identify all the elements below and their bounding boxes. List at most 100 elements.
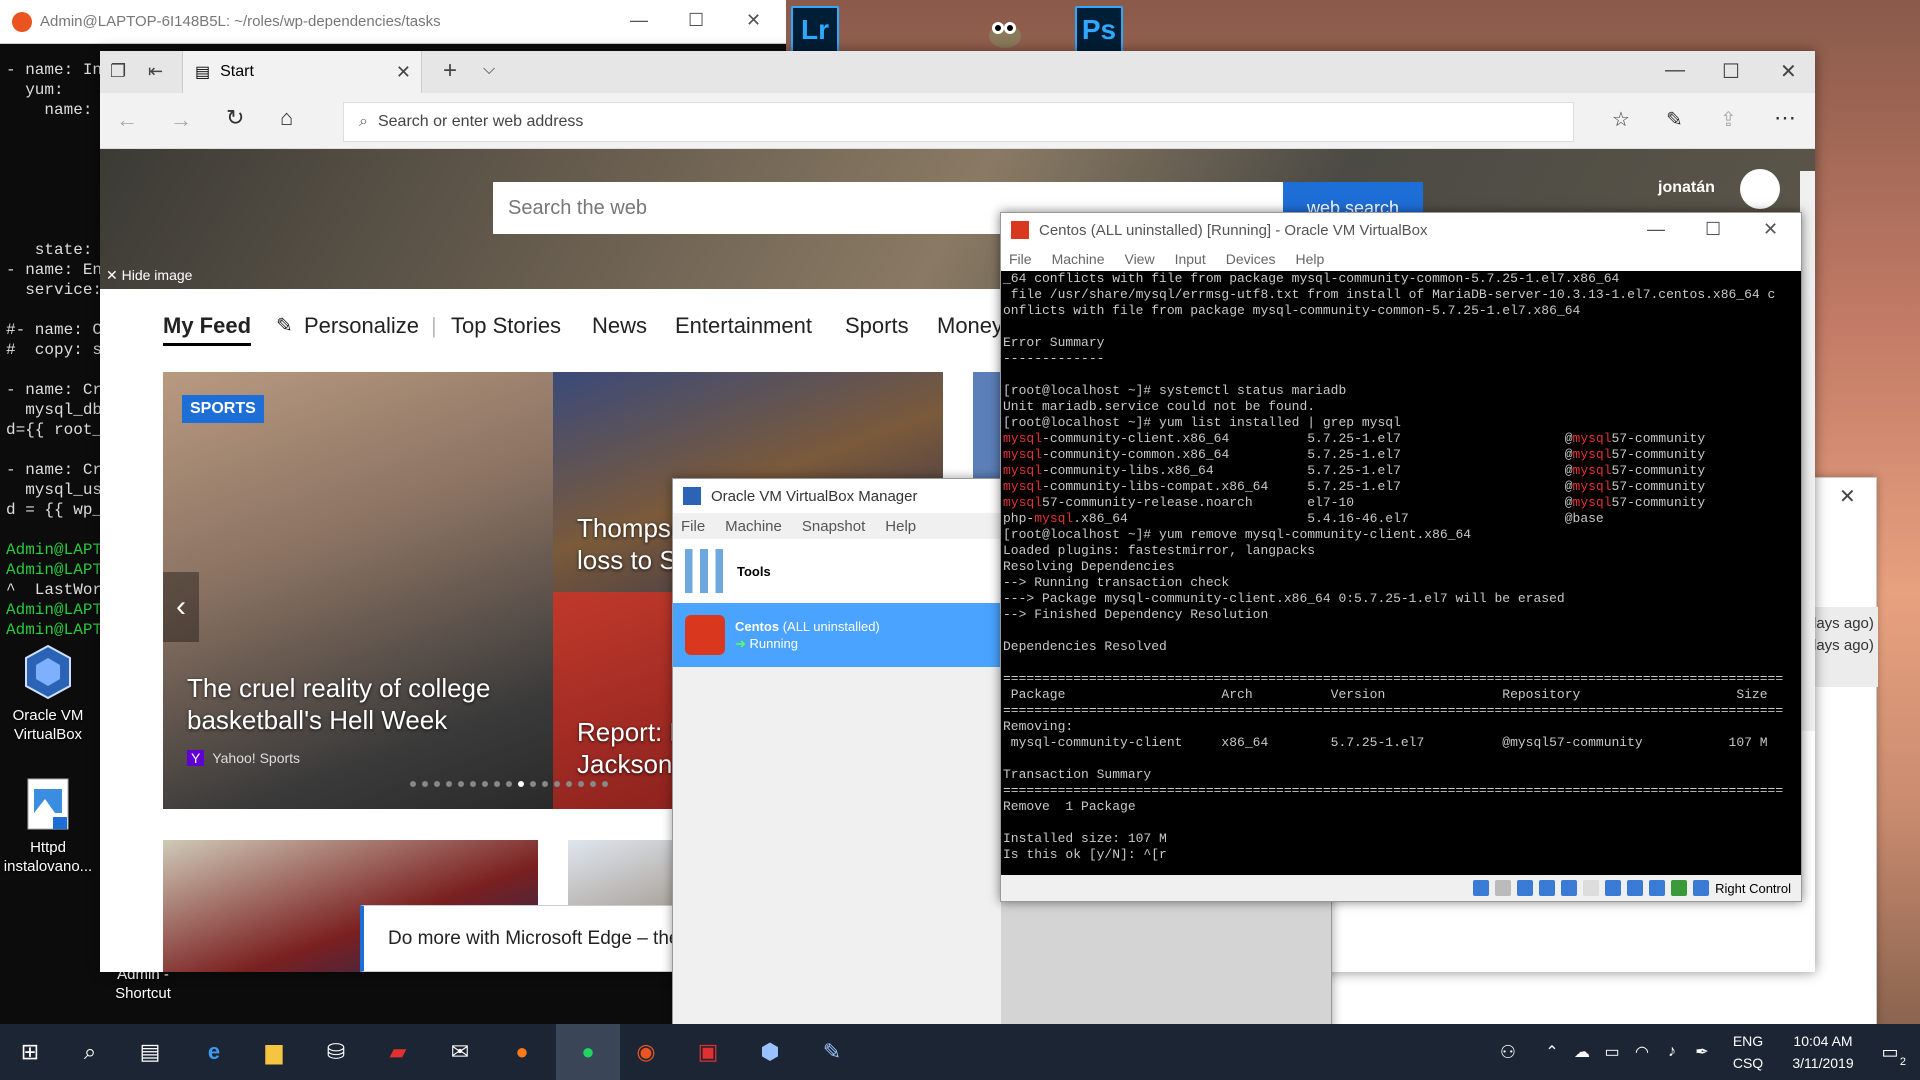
terminal-titlebar[interactable]: Admin@LAPTOP-6I148B5L: ~/roles/wp-depend… xyxy=(0,0,786,44)
user-name[interactable]: jonatán xyxy=(1658,179,1715,197)
firefox-icon[interactable]: ● xyxy=(504,1034,540,1070)
menu-file[interactable]: File xyxy=(681,518,705,535)
cpu-icon[interactable] xyxy=(1649,880,1666,896)
virtualbox-taskbar-icon[interactable]: ⬢ xyxy=(752,1034,788,1070)
vm-name: Centos xyxy=(735,618,780,634)
notes-icon[interactable]: ✎ xyxy=(1666,107,1683,132)
favorites-icon[interactable]: ☆ xyxy=(1612,107,1630,132)
notifications-icon[interactable]: ▭ 2 xyxy=(1872,1034,1908,1070)
network-icon[interactable] xyxy=(1539,880,1556,896)
tab-news[interactable]: News xyxy=(592,313,647,339)
tab-my-feed[interactable]: My Feed xyxy=(163,313,252,346)
minimize-icon[interactable]: — xyxy=(1665,59,1685,82)
close-tab-icon[interactable]: ✕ xyxy=(396,62,411,83)
carousel-dots[interactable] xyxy=(410,781,608,787)
windows-start-icon[interactable]: ⊞ xyxy=(12,1034,48,1070)
language-indicator[interactable]: ENG CSQ xyxy=(1725,1030,1771,1074)
hide-image-button[interactable]: ✕ Hide image xyxy=(106,267,192,284)
terminal-line: mysql_db xyxy=(6,401,103,419)
task-view-icon[interactable]: ▤ xyxy=(132,1034,168,1070)
keyboard-icon[interactable] xyxy=(1693,880,1710,896)
more-icon[interactable]: ⋯ xyxy=(1774,105,1796,131)
vm-menu-help[interactable]: Help xyxy=(1296,251,1325,267)
reader-icon[interactable]: ▰ xyxy=(380,1034,416,1070)
address-input[interactable]: ⌕ Search or enter web address xyxy=(343,102,1574,142)
paint-icon[interactable]: ✎ xyxy=(814,1034,850,1070)
tab-start[interactable]: ▤ Start ✕ xyxy=(182,51,422,93)
pen-icon[interactable]: ✒ xyxy=(1684,1034,1720,1070)
forward-icon[interactable]: → xyxy=(170,107,192,133)
close-icon[interactable]: ✕ xyxy=(746,10,761,31)
file-explorer-icon[interactable]: ▆ xyxy=(256,1034,292,1070)
close-icon[interactable]: ✕ xyxy=(1780,59,1797,84)
spotify-taskbar-button[interactable]: ● xyxy=(556,1024,620,1080)
menu-snapshot[interactable]: Snapshot xyxy=(802,518,865,535)
vm-menu-input[interactable]: Input xyxy=(1175,251,1206,267)
audio-icon[interactable] xyxy=(1517,880,1534,896)
console-line: Removing: xyxy=(1003,719,1074,734)
vm-console-output[interactable]: _64 conflicts with file from package mys… xyxy=(1001,271,1801,875)
shared-folder-icon[interactable] xyxy=(1583,880,1600,896)
carousel-prev-icon[interactable]: ‹ xyxy=(163,572,199,642)
terminal-line: service: xyxy=(6,281,103,299)
share-icon[interactable]: ⇪ xyxy=(1720,107,1737,132)
recording-icon[interactable] xyxy=(1627,880,1644,896)
desktop-icon-httpd[interactable]: Httpd instalovano... xyxy=(2,776,94,876)
news-card-main[interactable]: SPORTS The cruel reality of college bask… xyxy=(163,372,553,809)
card2-headline-1[interactable]: Thompso xyxy=(577,512,685,544)
vm-menu-devices[interactable]: Devices xyxy=(1226,251,1276,267)
lightroom-icon[interactable]: Lr xyxy=(791,6,839,54)
menu-machine[interactable]: Machine xyxy=(725,518,782,535)
edge-taskbar-icon[interactable]: e xyxy=(196,1034,232,1070)
vm-menu-file[interactable]: File xyxy=(1009,251,1032,267)
tab-actions-icon[interactable]: ❐ xyxy=(110,61,126,82)
terminal-line: Admin@LAPTO xyxy=(6,541,104,559)
menu-help[interactable]: Help xyxy=(885,518,916,535)
tab-money[interactable]: Money xyxy=(937,313,1003,339)
mouse-integration-icon[interactable] xyxy=(1671,880,1688,896)
store-icon[interactable]: ⛁ xyxy=(318,1034,354,1070)
card3-headline-2[interactable]: Jackson xyxy=(577,748,672,780)
minimize-icon[interactable]: — xyxy=(1647,219,1665,240)
tab-top-stories[interactable]: Top Stories xyxy=(451,313,561,339)
card-headline[interactable]: The cruel reality of college basketball'… xyxy=(187,672,527,736)
refresh-icon[interactable]: ↻ xyxy=(226,105,244,131)
people-icon[interactable]: ⚇ xyxy=(1490,1034,1526,1070)
minimize-icon[interactable]: — xyxy=(630,10,648,31)
clock[interactable]: 10:04 AM 3/11/2019 xyxy=(1778,1030,1868,1074)
tab-sports[interactable]: Sports xyxy=(845,313,909,339)
photoshop-icon[interactable]: Ps xyxy=(1075,6,1123,54)
ubuntu-taskbar-icon[interactable]: ◉ xyxy=(628,1034,664,1070)
search-icon[interactable]: ⌕ xyxy=(72,1034,108,1070)
maximize-icon[interactable]: ☐ xyxy=(1722,59,1740,84)
close-icon[interactable]: ✕ xyxy=(1763,219,1778,240)
tab-personalize[interactable]: Personalize xyxy=(304,313,419,339)
address-placeholder: Search or enter web address xyxy=(377,113,584,130)
vm-taskbar-icon[interactable]: ▣ xyxy=(690,1034,726,1070)
vm-menu-machine[interactable]: Machine xyxy=(1052,251,1105,267)
vm-titlebar[interactable]: Centos (ALL uninstalled) [Running] - Ora… xyxy=(1001,213,1801,247)
new-tab-icon[interactable]: + xyxy=(443,57,457,85)
user-avatar-icon[interactable] xyxy=(1740,169,1780,209)
vm-console-window[interactable]: Centos (ALL uninstalled) [Running] - Ora… xyxy=(1000,212,1802,902)
usb-icon[interactable] xyxy=(1561,880,1578,896)
card3-headline-1[interactable]: Report: B xyxy=(577,716,687,748)
dialog-close-icon[interactable]: ✕ xyxy=(1839,484,1856,509)
hdd-icon[interactable] xyxy=(1473,880,1490,896)
set-aside-tabs-icon[interactable]: ⇤ xyxy=(148,61,163,82)
chevron-down-icon[interactable]: ⌵ xyxy=(483,61,495,79)
back-icon[interactable]: ← xyxy=(116,107,138,133)
scrollbar[interactable] xyxy=(1800,171,1815,731)
gimp-icon[interactable] xyxy=(980,10,1030,50)
mail-icon[interactable]: ✉ xyxy=(442,1034,478,1070)
display-icon[interactable] xyxy=(1605,880,1622,896)
maximize-icon[interactable]: ☐ xyxy=(1705,219,1721,240)
home-icon[interactable]: ⌂ xyxy=(280,105,293,131)
tab-entertainment[interactable]: Entertainment xyxy=(675,313,812,339)
maximize-icon[interactable]: ☐ xyxy=(688,10,704,31)
vm-menu-view[interactable]: View xyxy=(1124,251,1154,267)
desktop-icon-virtualbox[interactable]: Oracle VM VirtualBox xyxy=(2,644,94,744)
optical-icon[interactable] xyxy=(1495,880,1512,896)
